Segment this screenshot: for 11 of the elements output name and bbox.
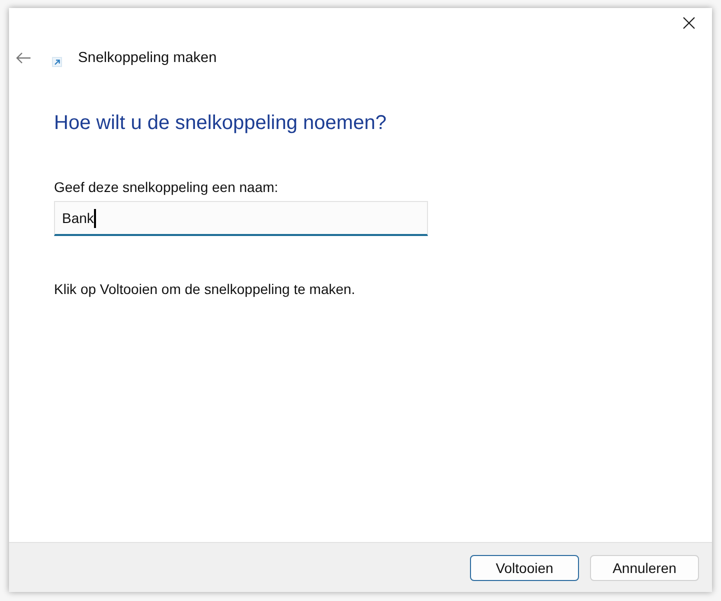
close-icon xyxy=(683,17,695,29)
name-input-field[interactable]: Bank xyxy=(54,201,428,236)
finish-button[interactable]: Voltooien xyxy=(470,555,579,581)
shortcut-icon xyxy=(52,57,62,67)
cancel-button[interactable]: Annuleren xyxy=(590,555,699,581)
back-arrow-icon xyxy=(16,52,30,64)
instruction-text: Klik op Voltooien om de snelkoppeling te maken. xyxy=(54,280,356,298)
window-title: Snelkoppeling maken xyxy=(78,49,217,68)
text-cursor xyxy=(94,208,96,228)
page-heading: Hoe wilt u de snelkoppeling noemen? xyxy=(54,111,386,136)
field-label: Geef deze snelkoppeling een naam: xyxy=(54,178,278,196)
